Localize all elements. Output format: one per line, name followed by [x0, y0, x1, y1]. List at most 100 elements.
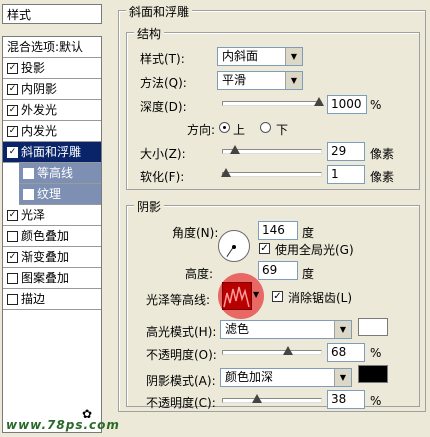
direction-down-radio[interactable]: [260, 122, 271, 133]
sidebar-item-label: 光泽: [21, 208, 46, 222]
checkbox-checked-icon[interactable]: ✓: [7, 126, 18, 137]
sidebar-item-gradient-overlay[interactable]: ✓ 渐变叠加: [3, 247, 101, 268]
size-input[interactable]: 29: [327, 142, 365, 161]
depth-label: 深度(D):: [140, 100, 187, 114]
mascot-icon: ✿: [82, 407, 93, 421]
checkbox-checked-icon[interactable]: ✓: [7, 210, 18, 221]
sidebar-item-label: 外发光: [21, 103, 58, 117]
shadow-mode-label: 阴影模式(A):: [146, 374, 216, 388]
sidebar-item-label: 内发光: [21, 124, 58, 138]
chevron-down-icon[interactable]: ▼: [253, 290, 259, 299]
sidebar-item-texture[interactable]: 纹理: [19, 184, 101, 205]
highlight-color-swatch[interactable]: [358, 318, 388, 336]
highlight-opacity-input[interactable]: 68: [327, 343, 365, 362]
checkbox-checked-icon[interactable]: ✓: [7, 63, 18, 74]
direction-up-radio[interactable]: [219, 122, 230, 133]
sidebar-item-pattern-overlay[interactable]: 图案叠加: [3, 268, 101, 289]
angle-dial[interactable]: [218, 230, 250, 262]
sidebar-item-label: 渐变叠加: [21, 250, 70, 264]
highlight-mode-value: 滤色: [225, 322, 250, 336]
sidebar-item-outer-glow[interactable]: ✓ 外发光: [3, 100, 101, 121]
altitude-input[interactable]: 69: [258, 261, 298, 280]
highlight-opacity-thumb[interactable]: [283, 346, 293, 355]
angle-label: 角度(N):: [172, 226, 219, 240]
sidebar-item-label: 颜色叠加: [21, 229, 70, 243]
soften-slider-thumb[interactable]: [221, 168, 231, 177]
shadow-opacity-thumb[interactable]: [252, 394, 262, 403]
styles-sidebar: 样式 混合选项:默认 ✓ 投影 ✓ 内阴影 ✓ 外发光 ✓ 内发光 ✓ 斜面和浮雕 等高线…: [0, 0, 104, 437]
chevron-down-icon[interactable]: ▼: [285, 72, 302, 89]
structure-title: 结构: [134, 25, 165, 42]
depth-percent: %: [370, 98, 382, 112]
gloss-contour-picker[interactable]: [222, 282, 252, 310]
bevel-emboss-title: 斜面和浮雕: [126, 3, 193, 20]
sidebar-item-label: 图案叠加: [21, 271, 70, 285]
global-light-label: 使用全局光(G): [275, 243, 354, 257]
highlight-mode-label: 高光模式(H):: [146, 325, 217, 339]
checkbox-unchecked-icon[interactable]: [7, 294, 18, 305]
antialias-checkbox[interactable]: ✓: [272, 291, 283, 302]
size-unit: 像素: [370, 147, 395, 161]
checkbox-checked-icon[interactable]: ✓: [7, 252, 18, 263]
technique-select-value: 平滑: [222, 73, 247, 87]
highlight-opacity-label: 不透明度(O):: [146, 348, 217, 362]
depth-slider-track[interactable]: [222, 101, 322, 106]
watermark: www.78ps.com: [6, 418, 120, 432]
direction-down-label: 下: [276, 123, 289, 137]
checkbox-unchecked-icon[interactable]: [7, 273, 18, 284]
sidebar-item-satin[interactable]: ✓ 光泽: [3, 205, 101, 226]
style-select[interactable]: 内斜面 ▼: [217, 47, 303, 66]
checkbox-unchecked-icon[interactable]: [7, 231, 18, 242]
gloss-contour-label: 光泽等高线:: [146, 293, 211, 307]
sidebar-item-drop-shadow[interactable]: ✓ 投影: [3, 58, 101, 79]
checkbox-checked-icon[interactable]: ✓: [7, 84, 18, 95]
highlight-opacity-track[interactable]: [222, 350, 322, 355]
sidebar-item-inner-glow[interactable]: ✓ 内发光: [3, 121, 101, 142]
sidebar-item-stroke[interactable]: 描边: [3, 289, 101, 310]
checkbox-checked-icon[interactable]: ✓: [7, 105, 18, 116]
sidebar-item-contour[interactable]: 等高线: [19, 163, 101, 184]
soften-slider-track[interactable]: [222, 172, 322, 177]
shading-title: 阴影: [134, 198, 165, 215]
style-label: 样式(T):: [140, 52, 185, 66]
sidebar-item-label: 混合选项:默认: [7, 40, 84, 54]
size-slider-thumb[interactable]: [230, 145, 240, 154]
angle-dial-center: [232, 245, 236, 249]
sidebar-item-label: 斜面和浮雕: [21, 145, 82, 159]
shadow-opacity-track[interactable]: [222, 398, 322, 403]
checkbox-checked-icon[interactable]: ✓: [7, 147, 18, 158]
direction-label: 方向:: [187, 123, 216, 137]
shadow-opacity-input[interactable]: 38: [327, 390, 365, 409]
depth-slider-thumb[interactable]: [314, 97, 324, 106]
soften-input[interactable]: 1: [327, 165, 365, 184]
antialias-label: 消除锯齿(L): [288, 291, 353, 305]
altitude-unit: 度: [302, 267, 315, 281]
sidebar-item-label: 等高线: [37, 166, 74, 180]
sidebar-item-blending-options[interactable]: 混合选项:默认: [3, 37, 101, 58]
sidebar-item-color-overlay[interactable]: 颜色叠加: [3, 226, 101, 247]
shadow-color-swatch[interactable]: [358, 365, 388, 383]
global-light-checkbox[interactable]: ✓: [259, 243, 270, 254]
altitude-label: 高度:: [185, 267, 214, 281]
chevron-down-icon[interactable]: ▼: [334, 321, 351, 338]
shadow-mode-select[interactable]: 颜色加深 ▼: [220, 368, 352, 387]
chevron-down-icon[interactable]: ▼: [334, 369, 351, 386]
chevron-down-icon[interactable]: ▼: [285, 48, 302, 65]
angle-input[interactable]: 146: [258, 221, 298, 240]
technique-label: 方法(Q):: [140, 76, 187, 90]
technique-select[interactable]: 平滑 ▼: [217, 71, 303, 90]
size-label: 大小(Z):: [140, 147, 186, 161]
highlight-mode-select[interactable]: 滤色 ▼: [220, 320, 352, 339]
sidebar-item-label: 内阴影: [21, 82, 58, 96]
shadow-opacity-label: 不透明度(C):: [146, 396, 216, 410]
contour-preview-icon: [223, 286, 250, 308]
sidebar-item-label: 投影: [21, 61, 46, 75]
sidebar-item-label: 纹理: [37, 187, 62, 201]
soften-unit: 像素: [370, 170, 395, 184]
checkbox-unchecked-icon[interactable]: [23, 189, 34, 200]
soften-label: 软化(F):: [140, 170, 185, 184]
checkbox-unchecked-icon[interactable]: [23, 168, 34, 179]
sidebar-item-bevel-emboss[interactable]: ✓ 斜面和浮雕: [3, 142, 101, 163]
sidebar-item-inner-shadow[interactable]: ✓ 内阴影: [3, 79, 101, 100]
depth-input[interactable]: 1000: [327, 95, 367, 114]
